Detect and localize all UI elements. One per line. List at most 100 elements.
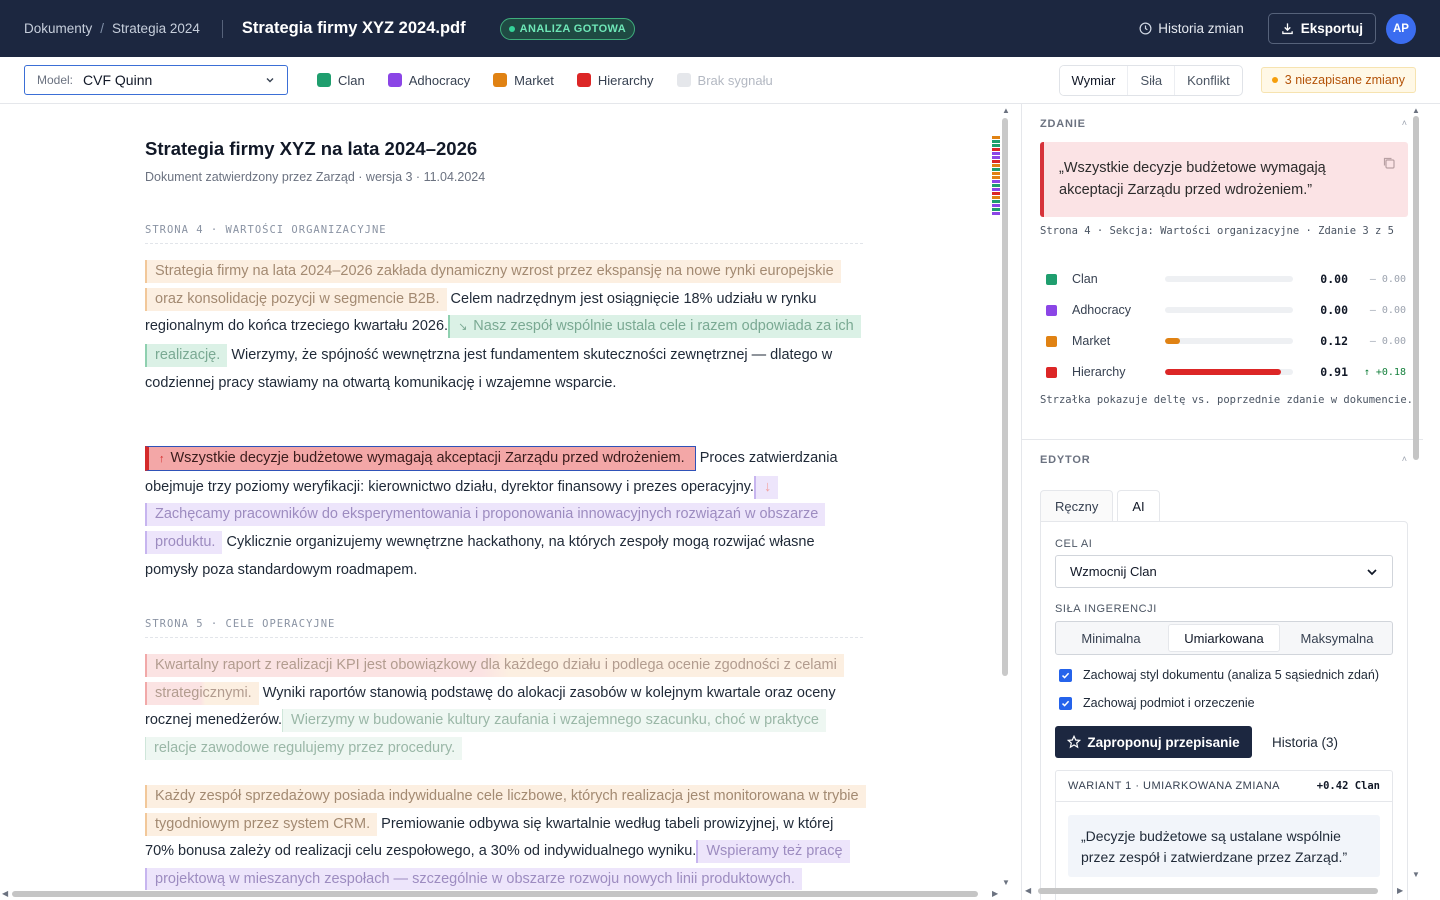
checkbox-label: Zachowaj podmiot i orzeczenie <box>1083 696 1255 710</box>
minimap-marker <box>992 140 1000 143</box>
export-button-label: Eksportuj <box>1300 21 1363 36</box>
ai-goal-select[interactable]: Wzmocnij Clan <box>1055 555 1393 588</box>
sentence-hierarchy-selected[interactable]: ↑ Wszystkie decyzje budżetowe wymagają ak… <box>145 446 696 471</box>
strength-moderate[interactable]: Umiarkowana <box>1168 624 1280 652</box>
arrow-up-icon: ↑ <box>159 453 165 465</box>
legend-swatch-clan <box>317 73 331 87</box>
variant-score: +0.42 Clan <box>1316 780 1380 792</box>
toolbar: Model: CVF Quinn Clan Adhocracy Market H… <box>0 57 1440 104</box>
strength-label: SIŁA INGERENCJI <box>1055 603 1157 615</box>
selected-sentence-text: „Wszystkie decyzje budżetowe wymagają ak… <box>1059 160 1326 198</box>
unsaved-dot-icon <box>1271 77 1278 83</box>
minimap-marker <box>992 136 1000 139</box>
status-dot-icon <box>508 25 515 32</box>
legend-clan[interactable]: Clan <box>317 73 365 88</box>
scroll-down-icon[interactable]: ▼ <box>1002 878 1010 887</box>
tab-manual[interactable]: Ręczny <box>1040 490 1114 521</box>
score-name: Market <box>1072 334 1111 348</box>
breadcrumb-strategy[interactable]: Strategia 2024 <box>112 21 200 36</box>
panel-scrollbar[interactable]: ▲ ▼ <box>1410 104 1422 884</box>
top-bar: Dokumenty / Strategia 2024 Strategia fir… <box>0 0 1440 57</box>
unsaved-changes-badge[interactable]: 3 niezapisane zmiany <box>1260 67 1416 93</box>
export-button[interactable]: Eksportuj <box>1267 13 1376 44</box>
selected-sentence-quote: „Wszystkie decyzje budżetowe wymagają ak… <box>1040 142 1408 217</box>
panel-horizontal-scrollbar-thumb[interactable] <box>1038 888 1378 894</box>
paragraph-3: Kwartalny raport z realizacji KPI jest o… <box>145 652 865 763</box>
panel-horizontal-scrollbar[interactable]: ◀ ▶ <box>1021 884 1413 898</box>
ai-editor: CEL AI Wzmocnij Clan SIŁA INGERENCJI Min… <box>1040 521 1408 900</box>
collapse-chevron-icon[interactable]: ˄ <box>1402 118 1407 128</box>
legend-label: Adhocracy <box>408 72 471 88</box>
editor-section-header[interactable]: EDYTOR <box>1040 454 1090 466</box>
strength-maximal[interactable]: Maksymalna <box>1282 622 1392 654</box>
minimap-marker <box>992 212 1000 215</box>
strength-minimal[interactable]: Minimalna <box>1056 622 1166 654</box>
document-horizontal-scrollbar[interactable]: ◀ ▶ <box>0 888 1010 900</box>
propose-rewrite-button[interactable]: Zaproponuj przepisanie <box>1055 726 1252 758</box>
sentence-arrow-marker[interactable]: ↓ <box>753 475 779 499</box>
collapse-chevron-icon[interactable]: ˄ <box>1402 454 1407 464</box>
scroll-right-icon[interactable]: ▶ <box>1397 886 1403 895</box>
scroll-left-icon[interactable]: ◀ <box>2 889 8 898</box>
history-button[interactable]: Historia zmian <box>1139 21 1244 36</box>
minimap-marker <box>992 144 1000 147</box>
delta-note: Strzałka pokazuje deltę vs. poprzednie z… <box>1040 394 1413 406</box>
score-value: 0.00 <box>1320 303 1348 317</box>
score-bar <box>1165 276 1293 282</box>
view-mode-strength[interactable]: Siła <box>1128 65 1176 95</box>
checkbox-preserve-style[interactable]: Zachowaj styl dokumentu (analiza 5 sąsie… <box>1059 668 1379 682</box>
legend-adhocracy[interactable]: Adhocracy <box>387 72 471 88</box>
sentence-section-header[interactable]: ZDANIE <box>1040 118 1086 130</box>
legend-label: Market <box>514 72 554 88</box>
score-bar-fill <box>1165 369 1282 375</box>
breadcrumb-documents[interactable]: Dokumenty <box>24 21 92 36</box>
clock-icon <box>1139 22 1152 35</box>
document-scrollbar[interactable]: ▲ ▼ <box>1002 104 1010 890</box>
view-mode-conflict[interactable]: Konflikt <box>1175 66 1242 95</box>
view-mode-dimension[interactable]: Wymiar <box>1059 65 1129 95</box>
score-bar-fill <box>1165 338 1181 344</box>
score-row-market: Market 0.12 — 0.00 <box>1046 331 1406 351</box>
legend-market[interactable]: Market <box>493 73 554 88</box>
avatar[interactable]: AP <box>1386 13 1416 44</box>
scroll-left-icon[interactable]: ◀ <box>1025 886 1031 895</box>
score-swatch <box>1046 366 1057 378</box>
panel-scrollbar-thumb[interactable] <box>1413 116 1419 460</box>
minimap-marker <box>992 200 1000 203</box>
legend-no-signal[interactable]: Brak sygnału <box>676 73 773 88</box>
scroll-down-icon[interactable]: ▼ <box>1412 870 1420 879</box>
score-delta: — 0.00 <box>1369 273 1406 285</box>
variant-card[interactable]: WARIANT 1 · UMIARKOWANA ZMIANA +0.42 Cla… <box>1055 770 1393 900</box>
document-horizontal-scrollbar-thumb[interactable] <box>12 891 978 897</box>
scroll-up-icon[interactable]: ▲ <box>1002 106 1010 115</box>
tab-ai[interactable]: AI <box>1117 490 1160 521</box>
history-button-label: Historia zmian <box>1158 21 1244 36</box>
model-select[interactable]: Model: CVF Quinn <box>24 65 288 95</box>
document-viewer: Strategia firmy XYZ na lata 2024–2026 Do… <box>0 104 1002 890</box>
minimap-marker <box>992 156 1000 159</box>
minimap-marker <box>992 204 1000 207</box>
scroll-right-icon[interactable]: ▶ <box>992 889 998 898</box>
document-title: Strategia firmy XYZ 2024.pdf <box>241 19 466 37</box>
minimap-marker <box>992 192 1000 195</box>
checkbox-preserve-subject[interactable]: Zachowaj podmiot i orzeczenie <box>1059 696 1255 710</box>
sentence-text: Wszystkie decyzje budżetowe wymagają akc… <box>170 450 685 466</box>
legend-swatch-hierarchy <box>576 73 591 87</box>
legend-label: Hierarchy <box>597 72 654 88</box>
checkbox-checked-icon[interactable] <box>1059 696 1072 710</box>
minimap-marker <box>992 160 1000 163</box>
sentence-neutral[interactable]: Wierzymy, że spójność wewnętrzna jest fu… <box>145 347 832 391</box>
copy-icon[interactable] <box>1382 156 1396 170</box>
section-header-page5: STRONA 5 · CELE OPERACYJNE <box>145 618 863 638</box>
sentence-neutral[interactable]: Cyklicznie organizujemy wewnętrzne hacka… <box>145 534 815 578</box>
model-select-label: Model: <box>37 73 74 87</box>
score-row-clan: Clan 0.00 — 0.00 <box>1046 269 1406 289</box>
history-link[interactable]: Historia (3) <box>1272 735 1338 750</box>
checkbox-label: Zachowaj styl dokumentu (analiza 5 sąsie… <box>1083 668 1379 682</box>
document-scrollbar-thumb[interactable] <box>1002 118 1008 676</box>
document-subtitle: Dokument zatwierdzony przez Zarząd · wer… <box>145 170 486 184</box>
scroll-up-icon[interactable]: ▲ <box>1412 106 1420 115</box>
checkbox-checked-icon[interactable] <box>1059 668 1072 682</box>
document-minimap[interactable] <box>992 136 1000 216</box>
legend-hierarchy[interactable]: Hierarchy <box>576 72 654 88</box>
